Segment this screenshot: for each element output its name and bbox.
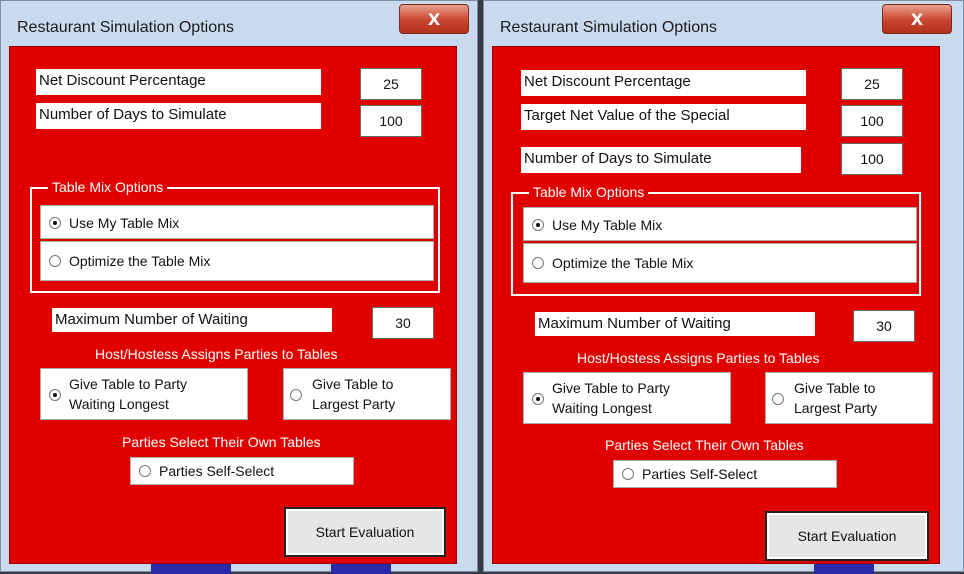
option-label-line2: Waiting Longest — [552, 400, 652, 416]
radio-unselected-icon[interactable] — [622, 468, 634, 480]
self-select-header: Parties Select Their Own Tables — [122, 434, 321, 450]
option-label-line1: Give Table to Party — [69, 376, 188, 392]
close-button[interactable]: X — [399, 4, 469, 34]
background-strip — [331, 564, 391, 574]
target-net-value-input[interactable]: 100 — [841, 105, 903, 137]
background-strip — [151, 564, 231, 574]
table-mix-legend: Table Mix Options — [48, 179, 168, 195]
use-my-table-mix-option[interactable]: Use My Table Mix — [523, 207, 917, 241]
radio-unselected-icon[interactable] — [532, 257, 544, 269]
option-label-line1: Give Table to — [794, 380, 876, 396]
background-strip — [814, 564, 874, 574]
net-discount-label: Net Discount Percentage — [521, 70, 806, 96]
option-label-line1: Give Table to Party — [552, 380, 671, 396]
option-label: Optimize the Table Mix — [69, 253, 211, 269]
option-label: Use My Table Mix — [69, 215, 180, 231]
optimize-table-mix-option[interactable]: Optimize the Table Mix — [523, 243, 917, 283]
net-discount-input[interactable]: 25 — [841, 68, 903, 100]
options-dialog-right: Restaurant Simulation Options X Net Disc… — [483, 0, 964, 574]
option-label: Parties Self-Select — [642, 466, 758, 482]
max-waiting-input[interactable]: 30 — [853, 310, 915, 342]
radio-selected-icon[interactable] — [532, 393, 544, 405]
net-discount-input[interactable]: 25 — [360, 68, 422, 100]
dialog-body: Net Discount Percentage 25 Number of Day… — [9, 46, 457, 564]
options-dialog-left: Restaurant Simulation Options X Net Disc… — [0, 0, 478, 574]
window-title: Restaurant Simulation Options — [17, 19, 234, 36]
max-waiting-input[interactable]: 30 — [372, 307, 434, 339]
dialog-body: Net Discount Percentage 25 Target Net Va… — [492, 46, 940, 564]
use-my-table-mix-option[interactable]: Use My Table Mix — [40, 205, 434, 239]
net-discount-label: Net Discount Percentage — [36, 69, 321, 95]
radio-selected-icon[interactable] — [49, 389, 61, 401]
self-select-header: Parties Select Their Own Tables — [605, 437, 804, 453]
option-label: Optimize the Table Mix — [552, 255, 694, 271]
self-select-option[interactable]: Parties Self-Select — [613, 460, 837, 488]
largest-party-option[interactable]: Give Table to Largest Party — [765, 372, 933, 424]
waiting-longest-option[interactable]: Give Table to Party Waiting Longest — [523, 372, 731, 424]
max-waiting-label: Maximum Number of Waiting — [535, 312, 815, 336]
radio-selected-icon[interactable] — [49, 217, 61, 229]
radio-selected-icon[interactable] — [532, 219, 544, 231]
radio-unselected-icon[interactable] — [290, 389, 302, 401]
option-label-line2: Waiting Longest — [69, 396, 169, 412]
days-to-simulate-label: Number of Days to Simulate — [521, 147, 801, 173]
close-icon: X — [910, 9, 924, 29]
start-evaluation-button[interactable]: Start Evaluation — [765, 511, 929, 561]
close-icon: X — [427, 9, 441, 29]
option-label-line2: Largest Party — [312, 396, 396, 412]
days-to-simulate-label: Number of Days to Simulate — [36, 103, 321, 129]
window-title: Restaurant Simulation Options — [500, 19, 717, 36]
close-button[interactable]: X — [882, 4, 952, 34]
start-evaluation-button[interactable]: Start Evaluation — [284, 507, 446, 557]
radio-unselected-icon[interactable] — [49, 255, 61, 267]
days-to-simulate-input[interactable]: 100 — [360, 105, 422, 137]
optimize-table-mix-option[interactable]: Optimize the Table Mix — [40, 241, 434, 281]
host-assigns-header: Host/Hostess Assigns Parties to Tables — [95, 346, 338, 362]
table-mix-legend: Table Mix Options — [529, 184, 649, 200]
host-assigns-header: Host/Hostess Assigns Parties to Tables — [577, 350, 820, 366]
radio-unselected-icon[interactable] — [139, 465, 151, 477]
self-select-option[interactable]: Parties Self-Select — [130, 457, 354, 485]
option-label-line1: Give Table to — [312, 376, 394, 392]
waiting-longest-option[interactable]: Give Table to Party Waiting Longest — [40, 368, 248, 420]
largest-party-option[interactable]: Give Table to Largest Party — [283, 368, 451, 420]
option-label: Parties Self-Select — [159, 463, 275, 479]
option-label-line2: Largest Party — [794, 400, 878, 416]
radio-unselected-icon[interactable] — [772, 393, 784, 405]
target-net-value-label: Target Net Value of the Special — [521, 104, 806, 130]
max-waiting-label: Maximum Number of Waiting — [52, 308, 332, 332]
days-to-simulate-input[interactable]: 100 — [841, 143, 903, 175]
option-label: Use My Table Mix — [552, 217, 663, 233]
